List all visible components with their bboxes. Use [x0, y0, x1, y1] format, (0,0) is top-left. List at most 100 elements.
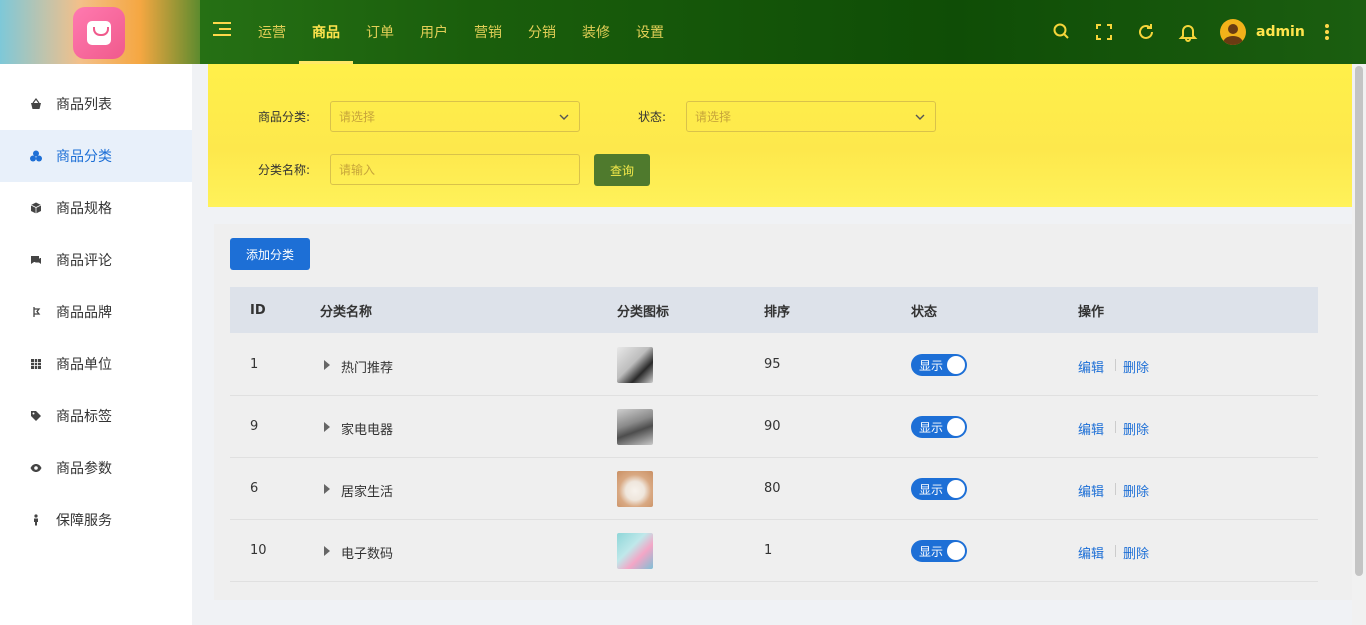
category-name-input[interactable]: 请输入 [330, 154, 580, 185]
sidebar-item-product-params[interactable]: 商品参数 [0, 442, 192, 494]
query-button[interactable]: 查询 [594, 154, 650, 186]
more-options-icon[interactable] [1324, 24, 1330, 40]
chevron-down-icon [915, 114, 925, 120]
category-icon-image [617, 533, 653, 569]
sidebar-item-product-brand[interactable]: 商品品牌 [0, 286, 192, 338]
edit-link[interactable]: 编辑 [1078, 481, 1104, 500]
username[interactable]: admin [1256, 24, 1305, 40]
column-header-actions: 操作 [1078, 304, 1105, 320]
row-name: 家电电器 [341, 423, 394, 438]
status-toggle[interactable]: 显示 [911, 354, 967, 376]
sidebar-item-label: 商品标签 [56, 409, 112, 425]
sidebar-item-label: 商品列表 [56, 97, 112, 113]
category-filter-label: 商品分类: [258, 110, 311, 124]
table-row: 1 热门推荐 95 显示 编辑 删除 [230, 334, 1318, 396]
row-id: 10 [250, 543, 267, 558]
nav-item-users[interactable]: 用户 [407, 0, 461, 64]
nav-item-distribution[interactable]: 分销 [515, 0, 569, 64]
action-divider [1115, 483, 1116, 495]
expand-caret-icon[interactable] [324, 422, 330, 432]
status-toggle[interactable]: 显示 [911, 478, 967, 500]
nav-item-operations[interactable]: 运营 [245, 0, 299, 64]
comment-icon [30, 254, 42, 266]
status-select[interactable]: 请选择 [686, 101, 936, 132]
eye-icon [30, 462, 42, 474]
search-icon[interactable] [1052, 22, 1072, 42]
logo[interactable] [73, 7, 125, 59]
brand-icon [30, 306, 42, 318]
expand-caret-icon[interactable] [324, 484, 330, 494]
nav-item-orders[interactable]: 订单 [353, 0, 407, 64]
sidebar-item-product-category[interactable]: 商品分类 [0, 130, 192, 182]
sidebar-item-product-tags[interactable]: 商品标签 [0, 390, 192, 442]
sidebar-item-label: 商品规格 [56, 201, 112, 217]
column-header-id: ID [250, 302, 266, 318]
avatar[interactable] [1220, 19, 1246, 45]
expand-caret-icon[interactable] [324, 360, 330, 370]
shield-icon [30, 514, 42, 526]
category-select-placeholder: 请选择 [339, 110, 376, 124]
row-name: 电子数码 [341, 547, 394, 562]
edit-link[interactable]: 编辑 [1078, 419, 1104, 438]
edit-link[interactable]: 编辑 [1078, 357, 1104, 376]
sidebar-item-label: 商品单位 [56, 357, 112, 373]
filter-panel [208, 64, 1352, 207]
grid-icon [30, 358, 42, 370]
action-divider [1115, 421, 1116, 433]
delete-link[interactable]: 删除 [1123, 357, 1149, 376]
nav-item-products[interactable]: 商品 [299, 0, 353, 64]
vertical-scrollbar[interactable] [1352, 64, 1366, 625]
bell-icon[interactable] [1178, 22, 1198, 42]
category-select[interactable]: 请选择 [330, 101, 580, 132]
column-header-status: 状态 [911, 304, 938, 320]
category-icon-image [617, 347, 653, 383]
table-row: 10 电子数码 1 显示 编辑 删除 [230, 520, 1318, 582]
menu-collapse-icon[interactable] [213, 22, 231, 42]
sidebar-item-product-spec[interactable]: 商品规格 [0, 182, 192, 234]
tag-icon [30, 410, 42, 422]
status-toggle-label: 显示 [919, 545, 944, 559]
category-name-filter-label: 分类名称: [258, 163, 311, 177]
sidebar-item-label: 商品评论 [56, 253, 112, 269]
delete-link[interactable]: 删除 [1123, 481, 1149, 500]
status-toggle[interactable]: 显示 [911, 416, 967, 438]
status-toggle[interactable]: 显示 [911, 540, 967, 562]
add-category-button[interactable]: 添加分类 [230, 238, 310, 270]
top-header: 运营 商品 订单 用户 营销 分销 装修 设置 admin [0, 0, 1366, 64]
status-toggle-label: 显示 [919, 421, 944, 435]
edit-link[interactable]: 编辑 [1078, 543, 1104, 562]
table-row: 9 家电电器 90 显示 编辑 删除 [230, 396, 1318, 458]
sidebar-item-label: 商品参数 [56, 461, 112, 477]
category-name-placeholder: 请输入 [339, 163, 376, 177]
row-id: 6 [250, 481, 259, 496]
fullscreen-icon[interactable] [1094, 22, 1114, 42]
category-icon-image [617, 471, 653, 507]
nav-item-settings[interactable]: 设置 [623, 0, 677, 64]
action-divider [1115, 545, 1116, 557]
logo-area [0, 0, 200, 64]
sidebar-item-product-unit[interactable]: 商品单位 [0, 338, 192, 390]
row-id: 9 [250, 419, 259, 434]
table-row: 6 居家生活 80 显示 编辑 删除 [230, 458, 1318, 520]
scrollbar-thumb[interactable] [1355, 66, 1363, 576]
status-toggle-label: 显示 [919, 483, 944, 497]
delete-link[interactable]: 删除 [1123, 543, 1149, 562]
row-sort: 90 [764, 419, 781, 434]
sidebar-item-product-list[interactable]: 商品列表 [0, 78, 192, 130]
row-sort: 95 [764, 357, 781, 372]
sidebar-item-guarantee-service[interactable]: 保障服务 [0, 494, 192, 546]
delete-link[interactable]: 删除 [1123, 419, 1149, 438]
basket-icon [30, 98, 42, 110]
sidebar: 商品列表 商品分类 商品规格 商品评论 商品品牌 商品单位 商品标签 商品参数 … [0, 64, 192, 625]
top-nav: 运营 商品 订单 用户 营销 分销 装修 设置 [245, 0, 677, 64]
sidebar-item-product-comments[interactable]: 商品评论 [0, 234, 192, 286]
column-header-sort: 排序 [764, 304, 791, 320]
refresh-icon[interactable] [1136, 22, 1156, 42]
nav-item-marketing[interactable]: 营销 [461, 0, 515, 64]
row-name: 热门推荐 [341, 361, 394, 376]
nav-item-decoration[interactable]: 装修 [569, 0, 623, 64]
shopping-bag-icon [87, 21, 111, 45]
expand-caret-icon[interactable] [324, 546, 330, 556]
row-sort: 1 [764, 543, 773, 558]
user-menu[interactable]: admin [1220, 18, 1305, 46]
